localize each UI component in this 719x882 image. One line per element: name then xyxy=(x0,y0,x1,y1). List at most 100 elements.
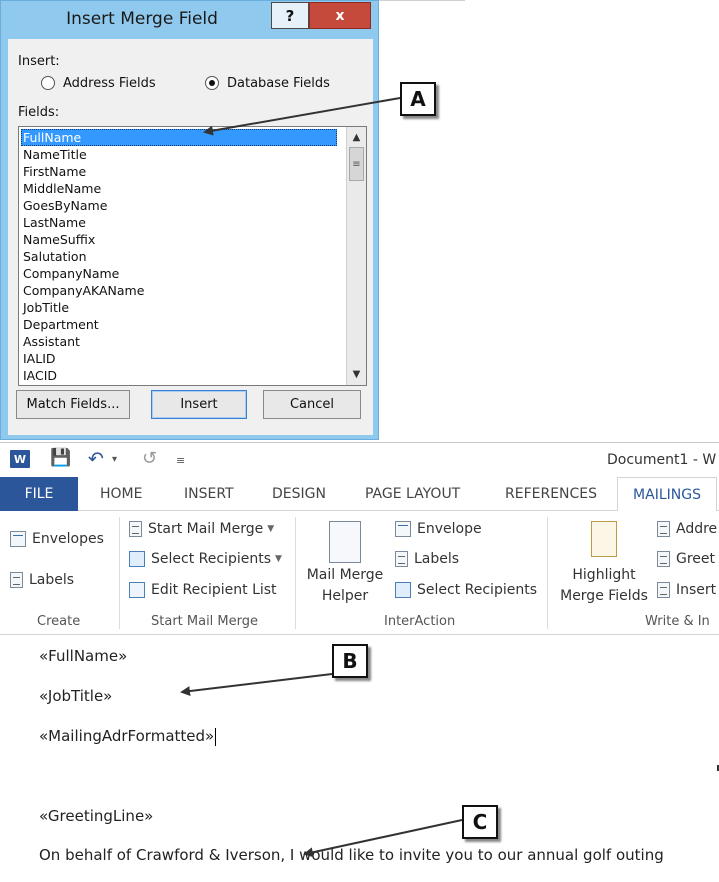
start-mail-merge-button[interactable]: Start Mail Merge ▼ xyxy=(129,521,274,537)
address-fields-label[interactable]: Address Fields xyxy=(63,76,156,91)
address-fields-radio[interactable] xyxy=(41,76,55,90)
merge-field-mailing-address-text: «MailingAdrFormatted» xyxy=(39,727,215,745)
field-item[interactable]: CompanyAKAName xyxy=(21,282,337,299)
address-block-button[interactable]: Addre xyxy=(657,521,717,537)
interaction-envelope-label: Envelope xyxy=(417,521,482,537)
group-label-interaction: InterAction xyxy=(384,614,456,629)
word-logo-icon[interactable]: W xyxy=(10,450,30,468)
field-item[interactable]: NameSuffix xyxy=(21,231,337,248)
insert-button[interactable]: Insert xyxy=(151,390,247,419)
field-item[interactable]: LastName xyxy=(21,214,337,231)
select-recipients-button[interactable]: Select Recipients ▼ xyxy=(129,551,282,567)
field-item[interactable]: JobTitle xyxy=(21,299,337,316)
envelopes-label: Envelopes xyxy=(32,531,104,547)
group-label-create: Create xyxy=(37,614,81,629)
edit-recipient-list-label: Edit Recipient List xyxy=(151,582,277,598)
fields-label: Fields: xyxy=(18,105,60,120)
address-block-label: Addre xyxy=(676,521,718,537)
save-icon[interactable]: 💾 xyxy=(50,448,71,468)
help-button[interactable]: ? xyxy=(271,2,309,29)
select-recipients-label: Select Recipients xyxy=(151,551,271,567)
group-label-write-insert: Write & In xyxy=(645,614,710,629)
tab-references[interactable]: REFERENCES xyxy=(505,477,597,511)
group-separator xyxy=(119,517,120,629)
scroll-down-icon[interactable]: ▼ xyxy=(347,365,366,383)
text-cursor xyxy=(215,727,217,746)
labels-button[interactable]: Labels xyxy=(10,572,74,588)
address-block-icon xyxy=(657,521,670,537)
labels-icon xyxy=(395,551,408,567)
fields-listbox[interactable]: FullName NameTitle FirstName MiddleName Goes… xyxy=(18,126,367,386)
field-item[interactable]: NameTitle xyxy=(21,146,337,163)
document-title: Document1 - W xyxy=(607,452,717,468)
top-divider xyxy=(379,0,465,1)
field-item[interactable]: MiddleName xyxy=(21,180,337,197)
merge-field-fullname[interactable]: «FullName» xyxy=(39,647,127,665)
field-item[interactable]: CompanyName xyxy=(21,265,337,282)
edit-list-icon xyxy=(129,582,145,598)
undo-icon[interactable]: ↶ xyxy=(88,448,104,470)
close-button[interactable]: x xyxy=(309,2,371,29)
interaction-labels-label: Labels xyxy=(414,551,460,567)
field-item[interactable]: GoesByName xyxy=(21,197,337,214)
mailings-ribbon: Envelopes Labels Create Start Mail Merge… xyxy=(0,511,719,635)
insert-merge-field-button[interactable]: Insert xyxy=(657,582,716,598)
tab-insert[interactable]: INSERT xyxy=(184,477,234,511)
mail-merge-helper-line2: Helper xyxy=(321,588,369,604)
quick-access-toolbar: W 💾 ↶ ▾ ↺ ≡ Document1 - W xyxy=(0,443,719,477)
highlight-line2: Merge Fields xyxy=(560,588,648,604)
dialog-body: Insert: Address Fields Database Fields F… xyxy=(8,39,373,435)
tab-page-layout[interactable]: PAGE LAYOUT xyxy=(365,477,460,511)
match-fields-button[interactable]: Match Fields... xyxy=(16,390,130,419)
mail-merge-helper-icon[interactable] xyxy=(329,521,361,563)
scroll-thumb[interactable]: ≡ xyxy=(349,147,364,181)
recipients-icon xyxy=(395,582,411,598)
tab-file[interactable]: FILE xyxy=(0,477,78,511)
greeting-line-button[interactable]: Greet xyxy=(657,551,715,567)
field-item[interactable]: IALID xyxy=(21,350,337,367)
field-item[interactable]: Department xyxy=(21,316,337,333)
tab-design[interactable]: DESIGN xyxy=(272,477,326,511)
database-fields-label[interactable]: Database Fields xyxy=(227,76,330,91)
greeting-line-icon xyxy=(657,551,670,567)
mail-merge-helper-button[interactable]: Mail Merge Helper xyxy=(300,565,390,607)
envelopes-button[interactable]: Envelopes xyxy=(10,531,104,547)
scroll-up-icon[interactable]: ▲ xyxy=(347,128,366,146)
labels-icon xyxy=(10,572,23,588)
body-paragraph[interactable]: On behalf of Crawford & Iverson, I would… xyxy=(39,846,664,864)
cancel-button[interactable]: Cancel xyxy=(263,390,361,419)
ribbon-tabs: FILE HOME INSERT DESIGN PAGE LAYOUT REFE… xyxy=(0,477,719,512)
undo-dropdown-icon[interactable]: ▾ xyxy=(112,454,117,465)
callout-b: B xyxy=(332,644,368,678)
field-item[interactable]: FullName xyxy=(21,129,337,146)
redo-icon[interactable]: ↺ xyxy=(142,448,157,469)
envelope-icon xyxy=(10,531,26,547)
database-fields-radio[interactable] xyxy=(205,76,219,90)
mail-merge-helper-line1: Mail Merge xyxy=(306,567,384,583)
insert-merge-field-dialog: Insert Merge Field ? x Insert: Address F… xyxy=(0,0,379,440)
fields-scrollbar[interactable]: ▲ ≡ ▼ xyxy=(346,127,366,385)
screenshot-root: Insert Merge Field ? x Insert: Address F… xyxy=(0,0,719,882)
start-mail-merge-icon xyxy=(129,521,142,537)
customize-toolbar-icon[interactable]: ≡ xyxy=(176,454,185,467)
interaction-envelope-button[interactable]: Envelope xyxy=(395,521,482,537)
dialog-title: Insert Merge Field xyxy=(66,9,218,29)
interaction-select-recipients-button[interactable]: Select Recipients xyxy=(395,582,537,598)
highlight-merge-fields-icon[interactable] xyxy=(591,521,617,557)
merge-field-jobtitle[interactable]: «JobTitle» xyxy=(39,687,112,705)
merge-field-greetingline[interactable]: «GreetingLine» xyxy=(39,807,153,825)
field-item[interactable]: Assistant xyxy=(21,333,337,350)
group-separator xyxy=(547,517,548,629)
tab-mailings[interactable]: MAILINGS xyxy=(617,477,717,512)
field-item[interactable]: FirstName xyxy=(21,163,337,180)
field-item[interactable]: IACID xyxy=(21,367,337,384)
edit-recipient-list-button[interactable]: Edit Recipient List xyxy=(129,582,277,598)
fields-items: FullName NameTitle FirstName MiddleName Goes… xyxy=(21,129,337,384)
interaction-labels-button[interactable]: Labels xyxy=(395,551,459,567)
merge-field-mailing-address[interactable]: «MailingAdrFormatted» xyxy=(39,727,217,746)
highlight-merge-fields-button[interactable]: Highlight Merge Fields xyxy=(556,565,652,607)
chevron-down-icon: ▼ xyxy=(274,554,282,564)
recipients-icon xyxy=(129,551,145,567)
tab-home[interactable]: HOME xyxy=(100,477,142,511)
field-item[interactable]: Salutation xyxy=(21,248,337,265)
